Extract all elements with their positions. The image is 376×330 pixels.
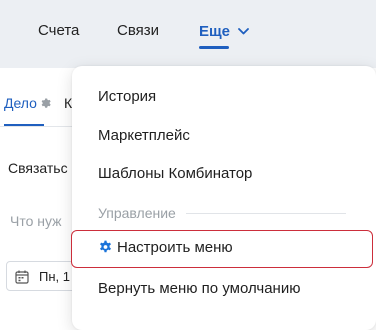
chevron-down-icon [238, 22, 249, 39]
top-navigation: Счета Связи Еще [0, 0, 376, 68]
tab-case[interactable]: Дело [4, 95, 51, 112]
date-value: Пн, 1 [39, 269, 70, 284]
menu-item-templates[interactable]: Шаблоны Комбинатор [98, 165, 252, 182]
gear-icon[interactable] [39, 96, 51, 112]
nav-more-label: Еще [199, 23, 231, 40]
menu-section-label: Управление [98, 205, 176, 221]
nav-accounts[interactable]: Счета [38, 22, 79, 39]
app-page: Счета Связи Еще Дело К Связатьс Что нуж … [0, 0, 376, 330]
nav-links[interactable]: Связи [117, 22, 159, 39]
tab-k[interactable]: К [64, 95, 72, 111]
menu-item-configure[interactable]: Настроить меню [98, 239, 233, 258]
calendar-icon [15, 270, 29, 289]
section-divider [186, 213, 346, 214]
menu-item-marketplace[interactable]: Маркетплейс [98, 127, 190, 144]
more-dropdown-menu: История Маркетплейс Шаблоны Комбинатор У… [71, 66, 376, 330]
connect-heading: Связатьс [8, 160, 68, 176]
gear-icon [98, 239, 113, 258]
tab-case-label: Дело [4, 95, 37, 111]
active-nav-indicator [199, 46, 229, 49]
menu-item-reset[interactable]: Вернуть меню по умолчанию [98, 280, 300, 297]
menu-item-configure-label: Настроить меню [117, 239, 233, 256]
nav-more[interactable]: Еще [199, 22, 249, 40]
what-placeholder[interactable]: Что нуж [10, 213, 62, 229]
menu-item-history[interactable]: История [98, 88, 156, 105]
